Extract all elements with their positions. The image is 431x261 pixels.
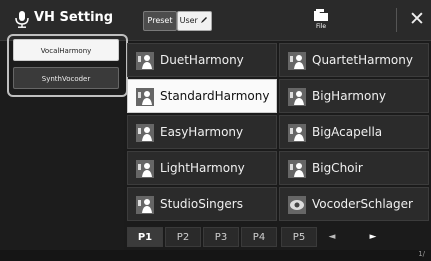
- singer-icon: [288, 124, 306, 142]
- singer-icon: [136, 124, 154, 142]
- user-tab-label: User: [179, 16, 198, 25]
- pencil-icon: [201, 17, 208, 23]
- voice-item[interactable]: BigChoir: [279, 151, 429, 185]
- voice-item-label: BigChoir: [312, 161, 363, 175]
- voice-item-label: DuetHarmony: [160, 53, 244, 67]
- page-tab-p5[interactable]: P5: [281, 227, 317, 247]
- singer-icon: [288, 88, 306, 106]
- next-page-button[interactable]: ►: [361, 227, 385, 247]
- voice-grid: DuetHarmony QuartetHarmony StandardHarmo…: [125, 41, 431, 227]
- voice-item[interactable]: EasyHarmony: [127, 115, 277, 149]
- prev-page-button[interactable]: ◄: [320, 227, 344, 247]
- singer-icon: [136, 52, 154, 70]
- voice-item-label: BigHarmony: [312, 89, 387, 103]
- voice-item[interactable]: StudioSingers: [127, 187, 277, 221]
- voice-item[interactable]: BigAcapella: [279, 115, 429, 149]
- user-tab[interactable]: User: [177, 11, 212, 31]
- voice-item-label: EasyHarmony: [160, 125, 244, 139]
- close-button[interactable]: ✕: [406, 7, 428, 31]
- singer-icon: [136, 88, 154, 106]
- page-title: VH Setting: [34, 10, 114, 25]
- vocoder-icon: [288, 196, 306, 214]
- voice-item[interactable]: LightHarmony: [127, 151, 277, 185]
- singer-icon: [136, 196, 154, 214]
- page-count: 1/: [418, 250, 425, 258]
- voice-item[interactable]: VocoderSchlager: [279, 187, 429, 221]
- page-tab-p2[interactable]: P2: [165, 227, 201, 247]
- voice-item-label: QuartetHarmony: [312, 53, 413, 67]
- folder-icon: [314, 9, 328, 21]
- singer-icon: [288, 52, 306, 70]
- voice-item-label: LightHarmony: [160, 161, 245, 175]
- file-label: File: [315, 23, 327, 30]
- voice-item-label: StudioSingers: [160, 197, 243, 211]
- voice-item-label: VocoderSchlager: [312, 197, 413, 211]
- voice-item[interactable]: QuartetHarmony: [279, 43, 429, 77]
- voice-item-label: BigAcapella: [312, 125, 383, 139]
- status-bar: 1/: [0, 250, 431, 261]
- singer-icon: [136, 160, 154, 178]
- microphone-icon: [15, 11, 29, 28]
- page-tab-p4[interactable]: P4: [241, 227, 277, 247]
- sidebar-item-synthvocoder[interactable]: SynthVocoder: [13, 67, 119, 89]
- voice-item[interactable]: DuetHarmony: [127, 43, 277, 77]
- sidebar-item-vocalharmony[interactable]: VocalHarmony: [13, 39, 119, 61]
- divider: [396, 8, 397, 32]
- preset-tab[interactable]: Preset: [143, 11, 177, 31]
- page-tabs: P1 P2 P3 P4 P5 ◄ ►: [125, 227, 431, 249]
- voice-item-selected[interactable]: StandardHarmony: [127, 79, 277, 113]
- singer-icon: [288, 160, 306, 178]
- page-tab-p1[interactable]: P1: [127, 227, 163, 247]
- file-button[interactable]: File: [309, 8, 333, 30]
- voice-item-label: StandardHarmony: [160, 89, 270, 103]
- voice-item[interactable]: BigHarmony: [279, 79, 429, 113]
- page-tab-p3[interactable]: P3: [203, 227, 239, 247]
